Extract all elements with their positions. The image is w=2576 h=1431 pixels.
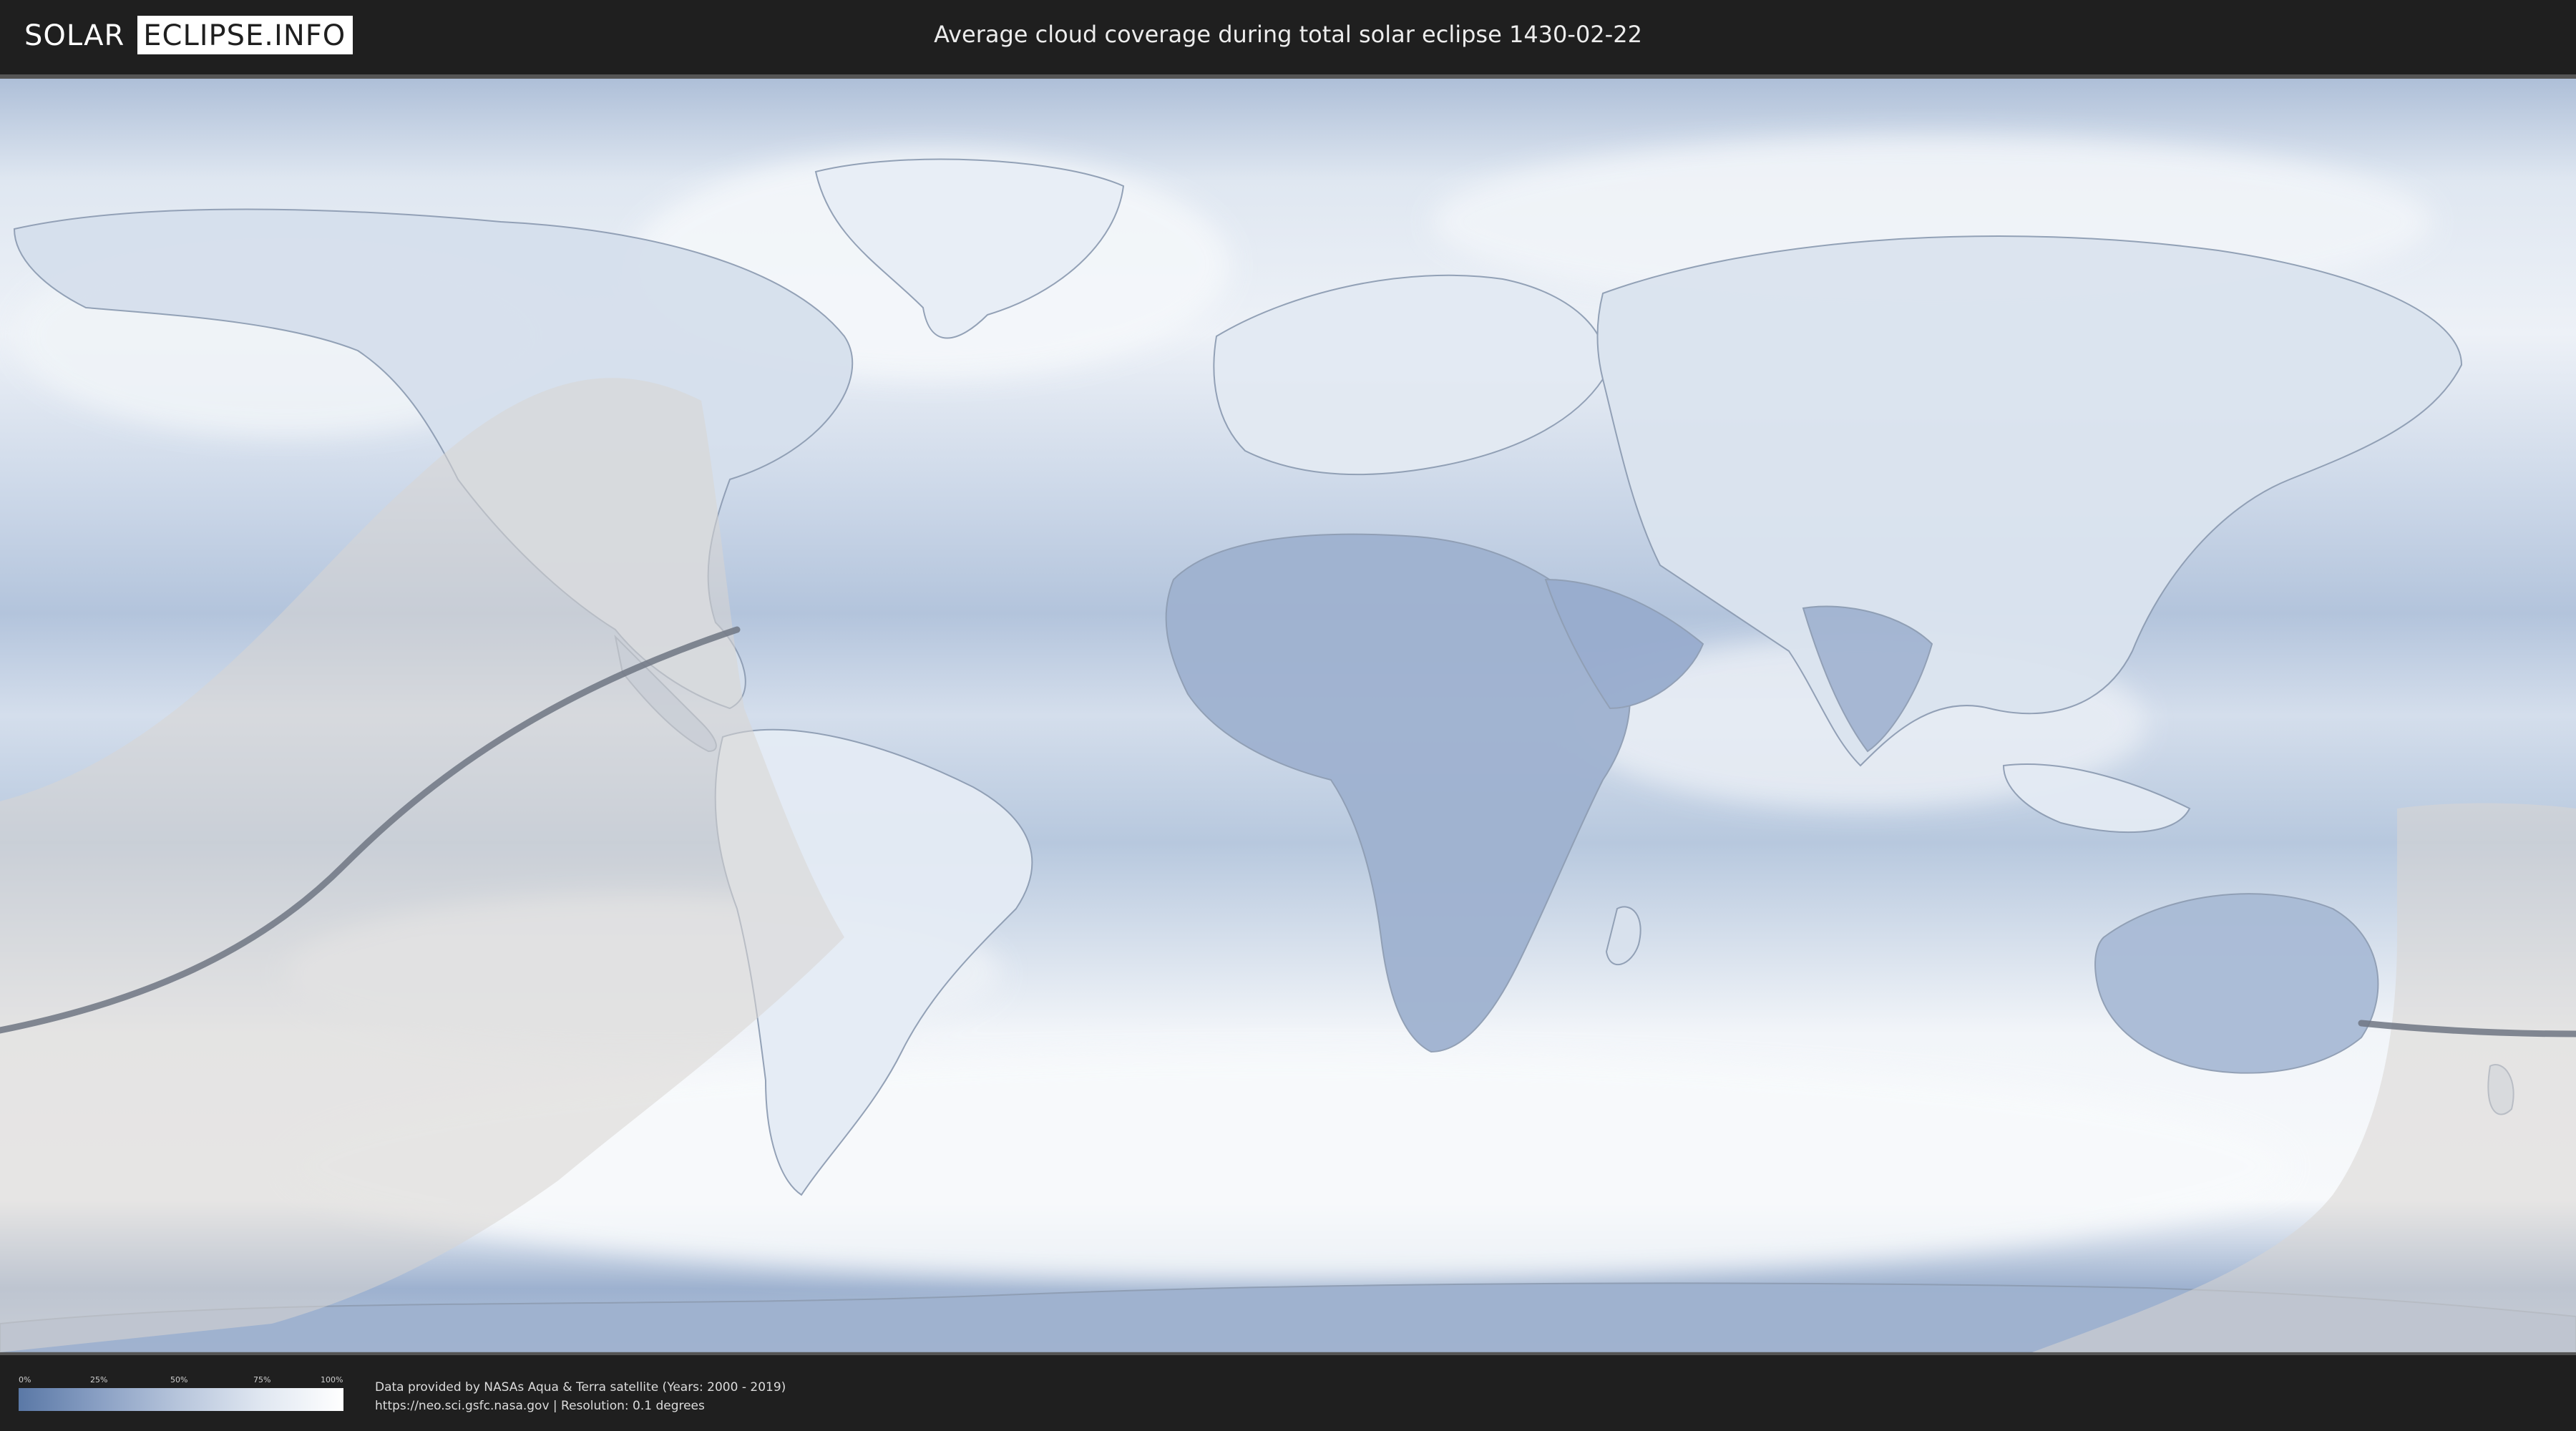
world-map-svg — [0, 79, 2576, 1352]
credits-line-url[interactable]: https://neo.sci.gsfc.nasa.gov | Resoluti… — [375, 1397, 786, 1415]
page-title: Average cloud coverage during total sola… — [934, 21, 1642, 48]
legend-color-bar — [19, 1388, 343, 1411]
cloud-coverage-legend: 0% 25% 50% 75% 100% — [19, 1375, 343, 1411]
credits-line-source: Data provided by NASAs Aqua & Terra sate… — [375, 1380, 786, 1395]
legend-tick-50: 50% — [170, 1375, 188, 1384]
legend-tick-0: 0% — [19, 1375, 31, 1384]
data-credits: Data provided by NASAs Aqua & Terra sate… — [375, 1378, 786, 1415]
legend-tick-25: 25% — [90, 1375, 108, 1384]
legend-tick-100: 100% — [321, 1375, 343, 1384]
header-bar: SOLAR ECLIPSE.INFO Average cloud coverag… — [0, 0, 2576, 70]
legend-tick-75: 75% — [253, 1375, 271, 1384]
cloud-coverage-map — [0, 74, 2576, 1355]
legend-ticks: 0% 25% 50% 75% 100% — [19, 1375, 343, 1387]
